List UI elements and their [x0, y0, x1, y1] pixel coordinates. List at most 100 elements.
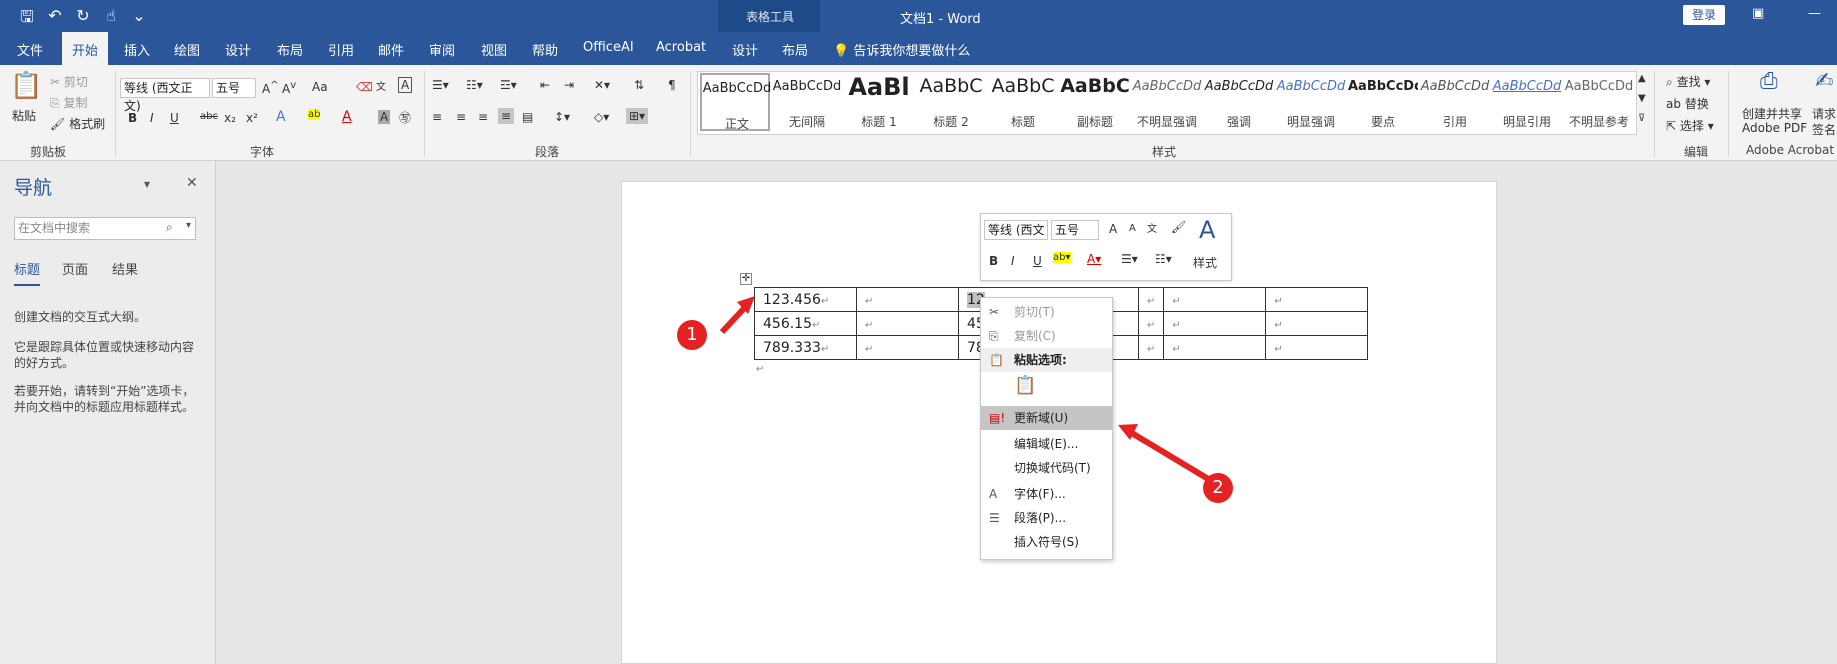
undo-icon[interactable]: ↶ — [46, 6, 64, 33]
gallery-up-icon[interactable]: ▲ — [1638, 73, 1646, 84]
search-icon[interactable]: ⌕ — [166, 220, 173, 235]
show-marks-icon[interactable]: ¶ — [668, 78, 676, 92]
close-icon[interactable]: ✕ — [186, 175, 198, 191]
table-cell[interactable]: ↵ — [1265, 335, 1369, 360]
mini-grow-font-icon[interactable]: A — [1109, 222, 1117, 236]
mini-phonetic-icon[interactable]: 文 — [1147, 220, 1157, 235]
increase-indent-icon[interactable]: ⇥ — [564, 78, 574, 92]
tab-draw[interactable]: 绘图 — [174, 40, 200, 59]
style-heading2[interactable]: AaBbC 标题 2 — [916, 73, 986, 131]
font-name-combo[interactable]: 等线 (西文正文) — [120, 78, 210, 113]
superscript-icon[interactable]: x² — [246, 111, 258, 125]
tab-acrobat[interactable]: Acrobat — [656, 40, 706, 55]
char-border-icon[interactable]: A — [398, 77, 413, 93]
shading-icon[interactable]: ◇▾ — [594, 110, 609, 124]
style-emphasis[interactable]: AaBbCcDd 强调 — [1204, 73, 1274, 131]
italic-icon[interactable]: I — [150, 111, 154, 125]
multilevel-list-icon[interactable]: ☲▾ — [500, 78, 517, 92]
style-subtitle[interactable]: AaBbC 副标题 — [1060, 73, 1130, 131]
format-painter-button[interactable]: 🖌 格式刷 — [50, 115, 105, 132]
table-cell[interactable]: 456.15↵ — [754, 311, 857, 336]
grow-font-icon[interactable]: A^ — [262, 80, 279, 96]
tab-references[interactable]: 引用 — [328, 40, 354, 59]
find-button[interactable]: ⌕ 查找 ▾ — [1666, 73, 1710, 90]
shrink-font-icon[interactable]: Av — [282, 80, 296, 96]
request-sign-label[interactable]: 请求 — [1812, 105, 1836, 122]
tab-results[interactable]: 结果 — [112, 259, 138, 278]
request-sign-label2[interactable]: 签名 — [1812, 121, 1836, 138]
tab-insert[interactable]: 插入 — [124, 40, 150, 59]
touch-mode-icon[interactable]: ☝ — [102, 6, 120, 33]
login-button[interactable]: 登录 — [1683, 5, 1725, 25]
style-subtle-reference[interactable]: AaBbCcDd 不明显参考 — [1564, 73, 1634, 131]
tab-design[interactable]: 设计 — [225, 40, 251, 59]
strikethrough-icon[interactable]: abc — [200, 111, 218, 122]
table-cell[interactable]: ↵ — [856, 311, 959, 336]
tab-view[interactable]: 视图 — [481, 40, 507, 59]
table-cell[interactable]: ↵ — [1137, 311, 1165, 336]
style-intense-quote[interactable]: AaBbCcDd 明显引用 — [1492, 73, 1562, 131]
mini-size-combo[interactable]: 五号 — [1051, 220, 1099, 240]
mini-bold-icon[interactable]: B — [989, 254, 998, 268]
style-title[interactable]: AaBbC 标题 — [988, 73, 1058, 131]
mini-numbering-icon[interactable]: ☷▾ — [1155, 252, 1172, 266]
change-case-button[interactable]: Aa — [312, 80, 328, 94]
mini-highlight-icon[interactable]: ab▾ — [1053, 252, 1071, 263]
gallery-more-icon[interactable]: ⊽ — [1638, 113, 1645, 124]
customize-qat-icon[interactable]: ⌄ — [130, 6, 148, 33]
search-dropdown-icon[interactable]: ▾ — [186, 220, 191, 231]
menu-cut[interactable]: ✂ 剪切(T) — [981, 300, 1112, 324]
text-effects-icon[interactable]: A — [276, 109, 286, 125]
tab-help[interactable]: 帮助 — [532, 40, 558, 59]
save-icon[interactable]: 🖫 — [18, 6, 36, 33]
mini-format-painter-icon[interactable]: 🖌 — [1171, 220, 1186, 234]
underline-icon[interactable]: U — [170, 111, 179, 125]
align-right-icon[interactable]: ≡ — [478, 110, 488, 124]
menu-update-field[interactable]: ▤! 更新域(U) — [981, 406, 1112, 430]
bullets-icon[interactable]: ☰▾ — [432, 78, 449, 92]
enclosed-char-icon[interactable]: ㊢ — [399, 109, 411, 126]
decrease-indent-icon[interactable]: ⇤ — [540, 78, 550, 92]
style-strong[interactable]: AaBbCcDd 要点 — [1348, 73, 1418, 131]
select-button[interactable]: ⇱ 选择 ▾ — [1666, 117, 1714, 134]
font-size-combo[interactable]: 五号 — [212, 78, 256, 98]
copy-button[interactable]: ⎘ 复制 — [50, 94, 87, 111]
style-normal[interactable]: AaBbCcDd 正文 — [700, 73, 771, 131]
paste-button[interactable]: 粘贴 — [12, 107, 36, 124]
style-heading1[interactable]: AaBl 标题 1 — [844, 73, 914, 131]
mini-styles-label[interactable]: 样式 — [1193, 254, 1217, 271]
replace-button[interactable]: ab 替换 — [1666, 95, 1709, 112]
distributed-icon[interactable]: ▤ — [522, 110, 533, 124]
menu-toggle-field-codes[interactable]: 切换域代码(T) — [981, 456, 1112, 480]
paste-icon[interactable]: 📋 — [10, 71, 42, 101]
menu-copy[interactable]: ⎘ 复制(C) — [981, 324, 1112, 348]
menu-edit-field[interactable]: 编辑域(E)... — [981, 432, 1112, 456]
mini-bullets-icon[interactable]: ☰▾ — [1121, 252, 1138, 266]
style-quote[interactable]: AaBbCcDd 引用 — [1420, 73, 1490, 131]
tab-table-design[interactable]: 设计 — [732, 40, 758, 59]
asian-layout-icon[interactable]: ✕▾ — [594, 78, 610, 92]
mini-underline-icon[interactable]: U — [1033, 254, 1042, 268]
cut-button[interactable]: ✂ 剪切 — [50, 73, 88, 90]
redo-icon[interactable]: ↻ — [74, 6, 92, 33]
table-cell[interactable]: 123.456↵ — [754, 287, 857, 312]
mini-styles-icon[interactable]: A — [1199, 216, 1215, 244]
tell-me-box[interactable]: 💡 告诉我你想要做什么 — [833, 40, 970, 59]
create-pdf-label2[interactable]: Adobe PDF — [1742, 121, 1807, 135]
create-pdf-icon[interactable]: ⎙ — [1760, 69, 1778, 94]
tab-mailings[interactable]: 邮件 — [378, 40, 404, 59]
table-cell[interactable]: ↵ — [1265, 311, 1369, 336]
bold-icon[interactable]: B — [128, 111, 137, 125]
style-intense-emphasis[interactable]: AaBbCcDd 明显强调 — [1276, 73, 1346, 131]
menu-font[interactable]: A 字体(F)... — [981, 482, 1112, 506]
menu-paragraph[interactable]: ☰ 段落(P)... — [981, 506, 1112, 530]
tab-home[interactable]: 开始 — [62, 32, 109, 65]
menu-paste-keep-text[interactable]: 📋 — [981, 374, 1112, 404]
minimize-icon[interactable]: — — [1808, 6, 1821, 21]
mini-font-combo[interactable]: 等线 (西文 — [984, 220, 1048, 240]
table-cell[interactable]: ↵ — [1163, 311, 1267, 336]
mini-font-color-icon[interactable]: A▾ — [1087, 252, 1101, 266]
table-cell[interactable]: ↵ — [856, 335, 959, 360]
table-cell[interactable]: ↵ — [1163, 335, 1267, 360]
mini-italic-icon[interactable]: I — [1011, 254, 1015, 268]
